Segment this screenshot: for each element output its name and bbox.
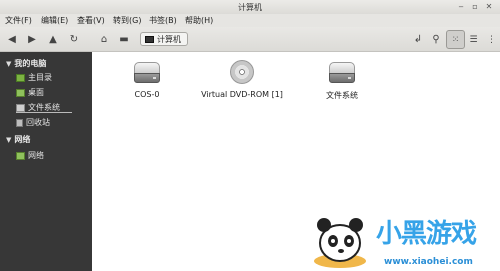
- sidebar-item-label: 主目录: [28, 73, 52, 82]
- home-folder-icon: [16, 73, 25, 82]
- sidebar-section-network[interactable]: ▼ 网络: [6, 134, 30, 145]
- watermark-brand: 小黑游戏: [376, 219, 477, 249]
- forward-arrow-icon[interactable]: ▶: [24, 31, 40, 47]
- icon-view-button[interactable]: ⁙: [446, 30, 465, 49]
- home-icon[interactable]: ⌂: [96, 31, 112, 47]
- selection-underline: [16, 112, 72, 113]
- expand-triangle-icon: ▼: [6, 135, 12, 144]
- computer-icon[interactable]: ▬: [116, 31, 132, 47]
- menu-bar: 文件(F) 编辑(E) 查看(V) 转到(G) 书签(B) 帮助(H): [0, 14, 500, 27]
- section-label: 网络: [14, 135, 31, 144]
- toolbar: ◀ ▶ ▲ ↻ ⌂ ▬ 计算机 ↲ ⚲ ⁙ ☰ ⋮: [0, 27, 500, 52]
- maximize-icon[interactable]: ▫: [470, 2, 480, 12]
- back-arrow-icon[interactable]: ◀: [4, 31, 20, 47]
- list-view-button[interactable]: ☰: [464, 30, 483, 49]
- sidebar: ▼ 我的电脑 主目录 桌面 文件系统 回收站 ▼ 网络 网络: [0, 52, 92, 271]
- computer-icon: [145, 35, 154, 43]
- window-title: 计算机: [238, 3, 262, 12]
- desktop-folder-icon: [16, 88, 25, 97]
- network-icon: [16, 151, 25, 160]
- list-icon: ☰: [469, 34, 478, 45]
- menu-go[interactable]: 转到(G): [113, 15, 141, 26]
- file-item-filesystem[interactable]: 文件系统: [297, 62, 387, 101]
- reload-icon[interactable]: ↻: [66, 31, 82, 47]
- sidebar-item-label: 回收站: [26, 118, 50, 127]
- breadcrumb-computer[interactable]: 计算机: [140, 32, 188, 46]
- toggle-location-icon[interactable]: ↲: [410, 31, 426, 47]
- section-label: 我的电脑: [14, 59, 47, 68]
- sidebar-item-trash[interactable]: 回收站: [16, 117, 50, 128]
- file-view[interactable]: COS-0 Virtual DVD-ROM [1] 文件系统 小黑游戏 www.…: [92, 52, 500, 271]
- grid-icon: ⁙: [451, 34, 460, 45]
- title-bar: 计算机 ‒ ▫ ✕: [0, 0, 500, 14]
- file-item-cos0[interactable]: COS-0: [102, 62, 192, 99]
- trash-icon: [16, 118, 23, 127]
- expand-triangle-icon: ▼: [6, 59, 12, 68]
- menu-file[interactable]: 文件(F): [5, 15, 32, 26]
- hard-drive-icon: [134, 62, 160, 84]
- watermark-site: www.xiaohei.com: [384, 257, 473, 267]
- sidebar-item-home[interactable]: 主目录: [16, 72, 52, 83]
- watermark-logo: 小黑游戏 www.xiaohei.com: [300, 201, 500, 271]
- drive-icon: [16, 103, 25, 112]
- up-arrow-icon[interactable]: ▲: [45, 31, 61, 47]
- sidebar-item-desktop[interactable]: 桌面: [16, 87, 44, 98]
- panda-mascot-icon: [314, 218, 366, 268]
- menu-edit[interactable]: 编辑(E): [41, 15, 68, 26]
- optical-disc-icon: [230, 60, 254, 84]
- close-icon[interactable]: ✕: [484, 2, 494, 12]
- sidebar-item-label: 网络: [28, 151, 44, 160]
- file-item-label: 文件系统: [326, 91, 358, 100]
- menu-view[interactable]: 查看(V): [77, 15, 105, 26]
- file-item-dvd[interactable]: Virtual DVD-ROM [1]: [197, 60, 287, 99]
- sidebar-section-my-computer[interactable]: ▼ 我的电脑: [6, 58, 46, 69]
- hard-drive-icon: [329, 62, 355, 84]
- menu-bookmarks[interactable]: 书签(B): [149, 15, 177, 26]
- compact-view-button[interactable]: ⋮: [482, 30, 500, 49]
- sidebar-item-label: 桌面: [28, 88, 44, 97]
- file-item-label: Virtual DVD-ROM [1]: [201, 90, 283, 99]
- breadcrumb-label: 计算机: [157, 34, 181, 44]
- sidebar-item-network[interactable]: 网络: [16, 150, 44, 161]
- search-icon[interactable]: ⚲: [428, 31, 444, 47]
- menu-help[interactable]: 帮助(H): [185, 15, 213, 26]
- compact-icon: ⋮: [487, 34, 496, 45]
- file-item-label: COS-0: [134, 90, 160, 99]
- minimize-icon[interactable]: ‒: [456, 2, 466, 12]
